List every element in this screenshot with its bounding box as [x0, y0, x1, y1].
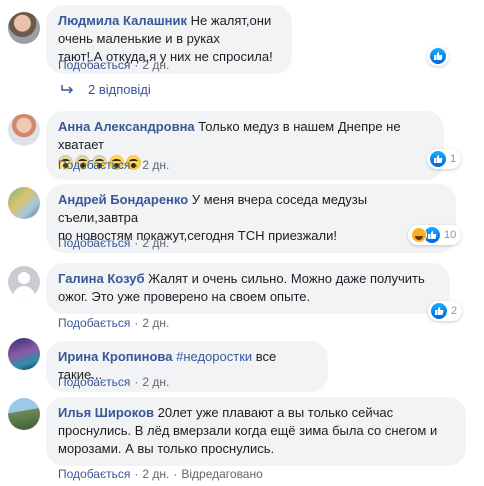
comment-bubble: Илья Широков 20лет уже плавают а вы толь… [46, 397, 466, 466]
reaction-count: 2 [451, 305, 458, 317]
like-reaction-icon [431, 303, 447, 319]
reaction-count: 10 [444, 229, 457, 241]
default-avatar-body [13, 286, 35, 298]
avatar[interactable] [8, 398, 40, 430]
comment-time[interactable]: 2 дн. [142, 467, 169, 481]
separator-dot: · [134, 316, 139, 330]
comment-text: морозами. А вы только проснулись. [58, 441, 275, 456]
avatar[interactable] [8, 187, 40, 219]
comment-author[interactable]: Андрей Бондаренко [58, 192, 188, 207]
comment-time[interactable]: 2 дн. [142, 236, 169, 250]
comment-time[interactable]: 2 дн. [142, 316, 169, 330]
like-button[interactable]: Подобається [58, 158, 130, 172]
avatar[interactable] [8, 266, 40, 298]
comment-text: 20лет уже плавают а вы только сейчас [157, 405, 394, 420]
like-button[interactable]: Подобається [58, 467, 130, 481]
comment-text: ожог. Это уже проверено на своем опыте. [58, 289, 311, 304]
reaction-count: 1 [450, 153, 457, 165]
reaction-summary[interactable]: 1 [427, 149, 462, 169]
comment-meta: Подобається · 2 дн. [58, 236, 169, 250]
comment-meta: Подобається · 2 дн. · Відредаговано [58, 467, 263, 481]
comment-author[interactable]: Людмила Калашник [58, 13, 187, 28]
comment-meta: Подобається · 2 дн. [58, 58, 169, 72]
comment-author[interactable]: Ирина Кропинова [58, 349, 172, 364]
reaction-summary[interactable]: 10 [408, 225, 462, 245]
like-reaction-icon [430, 151, 446, 167]
separator-dot: · [173, 467, 178, 481]
avatar[interactable] [8, 114, 40, 146]
avatar[interactable] [8, 338, 40, 370]
separator-dot: · [134, 158, 139, 172]
comment-author[interactable]: Илья Широков [58, 405, 154, 420]
separator-dot: · [134, 236, 139, 250]
comment-meta: Подобається · 2 дн. [58, 158, 169, 172]
haha-reaction-icon [411, 227, 427, 243]
avatar[interactable] [8, 12, 40, 44]
like-button[interactable]: Подобається [58, 375, 130, 389]
comment-text: проснулись. В лёд вмерзали когда ещё зим… [58, 423, 438, 438]
comment-time[interactable]: 2 дн. [142, 375, 169, 389]
comment-text: Жалят и очень сильно. Можно даже получит… [148, 271, 425, 286]
like-button[interactable]: Подобається [58, 58, 130, 72]
comment-time[interactable]: 2 дн. [142, 58, 169, 72]
reply-arrow-icon [61, 84, 74, 94]
comment-bubble: Галина Козуб Жалят и очень сильно. Можно… [46, 263, 450, 314]
view-replies-link[interactable]: 2 відповіді [60, 82, 151, 97]
comment-author[interactable]: Галина Козуб [58, 271, 144, 286]
comment-meta: Подобається · 2 дн. [58, 316, 169, 330]
comment-author[interactable]: Анна Александровна [58, 119, 195, 134]
edited-label[interactable]: Відредаговано [181, 467, 262, 481]
like-button[interactable]: Подобається [58, 316, 130, 330]
default-avatar-icon [18, 272, 30, 284]
reaction-summary[interactable]: 2 [428, 301, 463, 321]
comment-meta: Подобається · 2 дн. [58, 375, 169, 389]
like-reaction-icon [430, 48, 446, 64]
hashtag-link[interactable]: #недоростки [176, 349, 252, 364]
separator-dot: · [134, 375, 139, 389]
reaction-summary[interactable] [427, 46, 449, 66]
replies-label: 2 відповіді [88, 82, 151, 97]
like-button[interactable]: Подобається [58, 236, 130, 250]
separator-dot: · [134, 58, 139, 72]
separator-dot: · [134, 467, 139, 481]
comment-time[interactable]: 2 дн. [142, 158, 169, 172]
